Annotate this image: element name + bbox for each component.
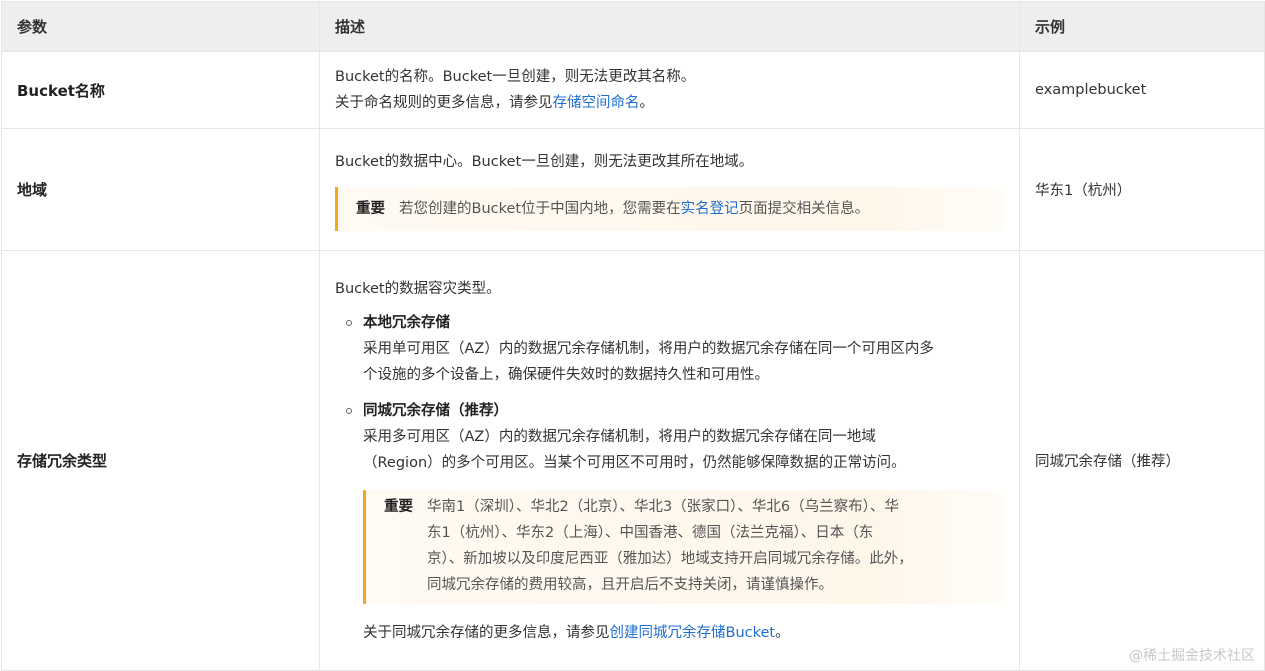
note-text: 若您创建的Bucket位于中国内地，您需要在实名登记页面提交相关信息。 — [399, 196, 869, 222]
parameter-table: 参数 描述 示例 Bucket名称 Bucket的名称。Bucket一旦创建，则… — [1, 1, 1265, 671]
option-text: 采用单可用区（AZ）内的数据冗余存储机制，将用户的数据冗余存储在同一个可用区内多 — [363, 340, 934, 357]
param-name: 存储冗余类型 — [1, 250, 320, 671]
description-text: Bucket的数据容灾类型。 — [335, 280, 501, 297]
bucket-naming-link[interactable]: 存储空间命名 — [553, 95, 640, 111]
description-text: 关于同城冗余存储的更多信息，请参见 — [363, 624, 610, 641]
important-note: 重要 华南1（深圳）、华北2（北京）、华北3（张家口）、华北6（乌兰察布）、华 … — [363, 489, 1004, 604]
header-example: 示例 — [1019, 1, 1265, 52]
note-text-line: 同城冗余存储的费用较高，且开启后不支持关闭，请谨慎操作。 — [427, 576, 833, 593]
create-zrs-bucket-link[interactable]: 创建同城冗余存储Bucket — [610, 625, 776, 641]
description-text: 关于命名规则的更多信息，请参见存储空间命名。 — [335, 90, 1004, 116]
watermark: @稀土掘金技术社区 — [1129, 648, 1255, 664]
note-text: 华南1（深圳）、华北2（北京）、华北3（张家口）、华北6（乌兰察布）、华 东1（… — [427, 494, 913, 598]
table-row: 存储冗余类型 Bucket的数据容灾类型。 本地冗余存储 采用单可用区（AZ）内… — [1, 250, 1265, 671]
description-text: 关于同城冗余存储的更多信息，请参见创建同城冗余存储Bucket。 — [363, 620, 1004, 646]
note-text-line: 东1（杭州）、华东2（上海）、中国香港、德国（法兰克福）、日本（东 — [427, 524, 874, 541]
param-example: 华东1（杭州） — [1019, 128, 1265, 251]
important-note: 重要 若您创建的Bucket位于中国内地，您需要在实名登记页面提交相关信息。 — [335, 186, 1004, 231]
list-item: 同城冗余存储（推荐） 采用多可用区（AZ）内的数据冗余存储机制，将用户的数据冗余… — [346, 398, 1004, 646]
note-text-line: 京）、新加坡以及印度尼西亚（雅加达）地域支持开启同城冗余存储。此外， — [427, 550, 913, 567]
redundancy-options-list: 本地冗余存储 采用单可用区（AZ）内的数据冗余存储机制，将用户的数据冗余存储在同… — [335, 310, 1004, 646]
note-text-part: 若您创建的Bucket位于中国内地，您需要在 — [399, 200, 681, 217]
real-name-registration-link[interactable]: 实名登记 — [681, 201, 739, 217]
bullet-icon — [346, 319, 352, 326]
option-text: （Region）的多个可用区。当某个可用区不可用时，仍然能够保障数据的正常访问。 — [363, 454, 906, 471]
description-text: Bucket的数据中心。Bucket一旦创建，则无法更改其所在地域。 — [335, 153, 754, 170]
header-param: 参数 — [1, 1, 320, 52]
param-example: examplebucket — [1019, 51, 1265, 129]
table-row: Bucket名称 Bucket的名称。Bucket一旦创建，则无法更改其名称。 … — [1, 51, 1265, 129]
param-name: 地域 — [1, 128, 320, 251]
note-text-line: 华南1（深圳）、华北2（北京）、华北3（张家口）、华北6（乌兰察布）、华 — [427, 498, 899, 515]
note-text-part: 页面提交相关信息。 — [738, 200, 870, 217]
table-header-row: 参数 描述 示例 — [1, 1, 1265, 52]
note-label: 重要 — [384, 498, 413, 515]
param-description: Bucket的数据中心。Bucket一旦创建，则无法更改其所在地域。 重要 若您… — [319, 128, 1020, 251]
option-title: 本地冗余存储 — [363, 314, 450, 331]
bullet-icon — [346, 407, 352, 414]
description-text: 。 — [639, 95, 655, 111]
description-text: Bucket的名称。Bucket一旦创建，则无法更改其名称。 — [335, 69, 696, 85]
option-text: 采用多可用区（AZ）内的数据冗余存储机制，将用户的数据冗余存储在同一地域 — [363, 428, 876, 445]
header-description: 描述 — [319, 1, 1020, 52]
note-label: 重要 — [356, 200, 385, 217]
option-text: 个设施的多个设备上，确保硬件失效时的数据持久性和可用性。 — [363, 366, 769, 383]
option-title: 同城冗余存储（推荐） — [363, 402, 508, 419]
param-example: 同城冗余存储（推荐） — [1019, 250, 1265, 671]
param-description: Bucket的名称。Bucket一旦创建，则无法更改其名称。 关于命名规则的更多… — [319, 51, 1020, 129]
description-text: 关于命名规则的更多信息，请参见 — [335, 95, 553, 111]
param-name: Bucket名称 — [1, 51, 320, 129]
param-description: Bucket的数据容灾类型。 本地冗余存储 采用单可用区（AZ）内的数据冗余存储… — [319, 250, 1020, 671]
list-item: 本地冗余存储 采用单可用区（AZ）内的数据冗余存储机制，将用户的数据冗余存储在同… — [346, 310, 1004, 388]
table-row: 地域 Bucket的数据中心。Bucket一旦创建，则无法更改其所在地域。 重要… — [1, 128, 1265, 251]
description-text: 。 — [775, 624, 790, 641]
